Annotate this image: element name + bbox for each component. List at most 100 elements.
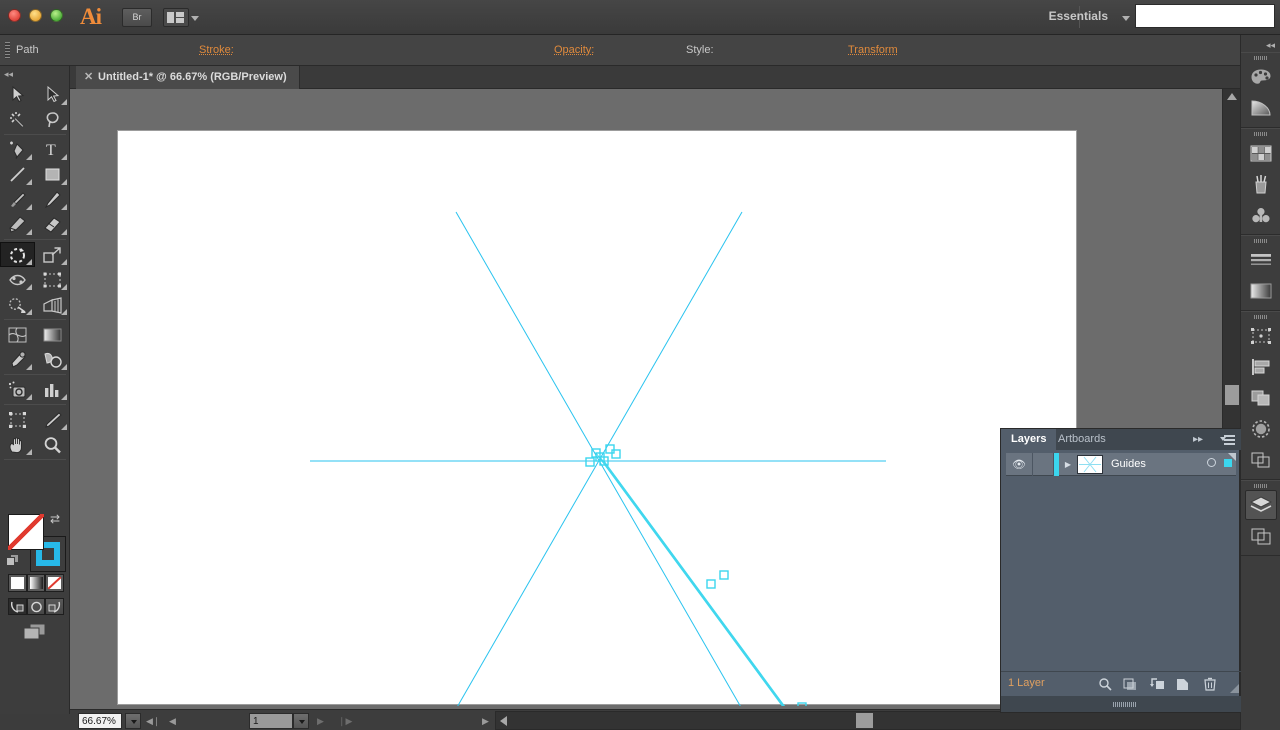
dock-group-grip[interactable] [1254,56,1268,60]
minimize-window-button[interactable] [29,9,42,22]
arrange-chevron-down-icon[interactable] [191,16,199,21]
status-menu-arrow-icon[interactable]: ▶ [482,716,489,727]
first-artboard-button[interactable]: ◀❘ [146,716,160,727]
width-tool[interactable] [0,267,35,292]
hand-tool[interactable] [0,432,35,457]
fill-color-box[interactable] [8,514,44,550]
stroke-weight-label[interactable]: Stroke: [199,44,234,56]
gradient-panel-icon[interactable] [1245,276,1277,306]
swap-fill-stroke-icon[interactable]: ⇄ [50,512,60,526]
brushes-panel-icon[interactable] [1245,169,1277,199]
eraser-tool[interactable] [35,212,70,237]
tools-collapse-icon[interactable]: ◂◂ [4,69,13,80]
dock-group-grip[interactable] [1254,132,1268,136]
none-mode-button[interactable] [45,574,64,592]
align-panel-icon[interactable] [1245,352,1277,382]
blob-brush-tool[interactable] [0,212,35,237]
delete-selection-button[interactable] [1201,675,1219,693]
symbol-sprayer-tool[interactable] [0,377,35,402]
gradient-mode-button[interactable] [27,574,46,592]
column-graph-tool[interactable] [35,377,70,402]
dock-group-grip[interactable] [1254,239,1268,243]
symbols-panel-icon[interactable] [1245,200,1277,230]
mesh-tool[interactable] [0,322,35,347]
artboard-number-dropdown[interactable] [293,713,309,729]
magic-wand-tool[interactable] [0,107,35,132]
zoom-level-dropdown[interactable] [125,713,141,729]
layer-expand-triangle-icon[interactable]: ▶ [1059,460,1077,469]
stroke-panel-icon[interactable] [1245,245,1277,275]
layers-panel-resize-handle[interactable] [1229,683,1239,693]
opacity-label[interactable]: Opacity: [554,44,594,56]
layers-panel-menu-icon[interactable] [1221,435,1235,445]
lasso-tool[interactable] [35,107,70,132]
zoom-level-field[interactable]: 66.67% [78,713,122,729]
pathfinder-panel-icon[interactable] [1245,383,1277,413]
eyedropper-tool[interactable] [0,347,35,372]
create-new-layer-button[interactable] [1174,675,1192,693]
paintbrush-tool[interactable] [0,187,35,212]
artboard[interactable] [117,130,1077,705]
layer-visibility-toggle[interactable]: 👁 [1006,458,1032,471]
pencil-tool[interactable] [35,187,70,212]
previous-artboard-button[interactable]: ◀ [169,716,176,727]
layers-scroll-grip[interactable] [1113,702,1137,707]
layers-panel-horizontal-scrollbar[interactable] [1001,696,1241,712]
close-document-icon[interactable]: ✕ [84,66,93,89]
panel-expand-icon[interactable]: ▸▸ [1193,434,1203,445]
color-guide-panel-icon[interactable] [1245,93,1277,123]
rectangle-tool[interactable] [35,162,70,187]
layers-panel-icon[interactable] [1245,490,1277,520]
shape-builder-tool[interactable] [0,292,35,317]
artboard-number-field[interactable]: 1 [249,713,293,729]
close-window-button[interactable] [8,9,21,22]
draw-inside-button[interactable] [45,598,64,615]
launch-bridge-button[interactable]: Br [122,8,152,27]
color-panel-icon[interactable] [1245,62,1277,92]
layer-target-indicator[interactable] [1202,458,1220,470]
artboard-tool[interactable] [0,407,35,432]
document-tab[interactable]: ✕ Untitled-1* @ 66.67% (RGB/Preview) [76,66,300,89]
selection-tool[interactable] [0,82,35,107]
transparency-panel-icon[interactable] [1245,414,1277,444]
layer-name[interactable]: Guides [1103,458,1202,470]
artboards-panel-icon[interactable] [1245,321,1277,351]
layer-lock-toggle[interactable] [1032,453,1054,476]
gradient-tool[interactable] [35,322,70,347]
maximize-window-button[interactable] [50,9,63,22]
free-transform-tool[interactable] [35,267,70,292]
scroll-left-icon[interactable] [500,716,507,726]
direct-selection-tool[interactable] [35,82,70,107]
table-row[interactable]: 👁 ▶ Guides [1006,453,1236,476]
color-mode-button[interactable] [8,574,27,592]
help-search-input[interactable] [1135,4,1275,28]
scale-tool[interactable] [35,242,70,267]
default-fill-stroke-icon[interactable] [6,554,19,567]
tab-artboards[interactable]: Artboards [1048,429,1116,450]
scroll-up-icon[interactable] [1227,93,1237,100]
draw-normal-button[interactable] [8,598,27,615]
appearance-panel-icon[interactable] [1245,445,1277,475]
type-tool[interactable]: T [35,137,70,162]
create-new-sublayer-button[interactable] [1148,675,1166,693]
workspace-switcher[interactable]: Essentials [1045,9,1112,23]
blend-tool[interactable] [35,347,70,372]
arrange-documents-button[interactable] [163,8,189,27]
dock-group-grip[interactable] [1254,315,1268,319]
workspace-chevron-down-icon[interactable] [1122,16,1130,21]
dock-group-grip[interactable] [1254,484,1268,488]
line-segment-tool[interactable] [0,162,35,187]
transform-link[interactable]: Transform [848,44,898,56]
make-clipping-mask-button[interactable] [1121,675,1139,693]
draw-behind-button[interactable] [27,598,46,615]
perspective-grid-tool[interactable] [35,292,70,317]
control-bar-grip[interactable] [5,42,10,59]
rotate-tool[interactable] [0,242,35,267]
swatches-panel-icon[interactable] [1245,138,1277,168]
dock-collapse-icon[interactable]: ◂◂ [1266,40,1275,51]
change-screen-mode-button[interactable] [24,624,46,640]
links-panel-icon[interactable] [1245,521,1277,551]
slice-tool[interactable] [35,407,70,432]
vertical-scroll-thumb[interactable] [1225,385,1239,405]
horizontal-scroll-thumb[interactable] [856,713,873,728]
